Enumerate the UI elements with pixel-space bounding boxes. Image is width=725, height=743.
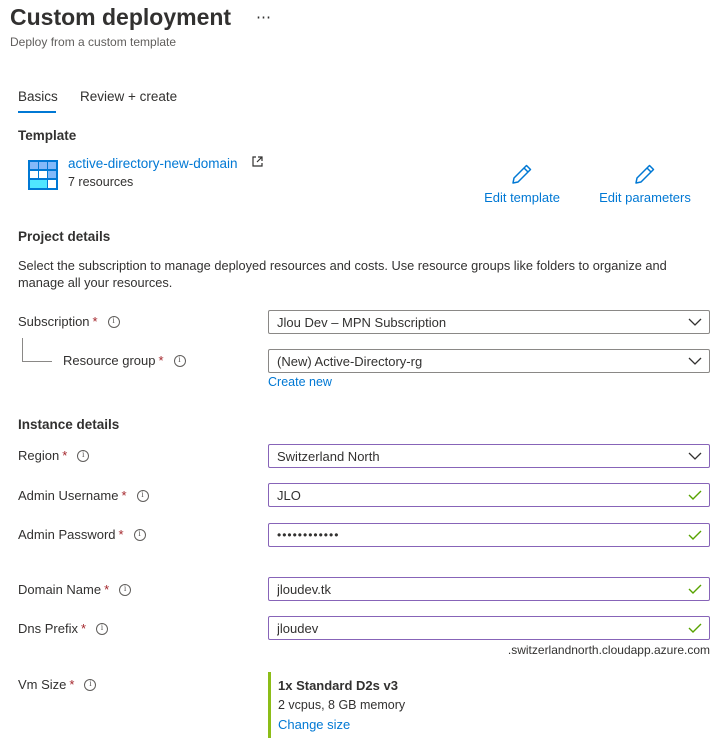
- edit-parameters-button[interactable]: Edit parameters: [596, 162, 694, 205]
- required-marker: *: [121, 488, 127, 503]
- template-icon: [28, 160, 58, 190]
- dns-suffix-text: .switzerlandnorth.cloudapp.azure.com: [507, 643, 710, 657]
- tab-selected-indicator: [18, 111, 56, 113]
- required-marker: *: [158, 353, 164, 368]
- admin-username-label: Admin Username *: [18, 488, 149, 503]
- subscription-label: Subscription *: [18, 314, 120, 329]
- page-title: Custom deployment: [10, 4, 232, 30]
- checkmark-icon: [684, 524, 706, 546]
- dns-prefix-input[interactable]: jloudev: [268, 616, 710, 640]
- project-details-heading: Project details: [18, 229, 111, 244]
- tab-basics[interactable]: Basics: [18, 89, 58, 104]
- domain-name-input[interactable]: jloudev.tk: [268, 577, 710, 601]
- tab-review-create[interactable]: Review + create: [80, 89, 177, 104]
- chevron-down-icon: [684, 311, 706, 333]
- info-icon[interactable]: [136, 489, 149, 502]
- region-value: Switzerland North: [277, 448, 380, 464]
- required-marker: *: [62, 448, 68, 463]
- dns-prefix-label-text: Dns Prefix: [18, 621, 78, 636]
- tree-connector: [22, 338, 23, 362]
- external-link-icon[interactable]: [252, 156, 263, 167]
- edit-template-button[interactable]: Edit template: [478, 162, 566, 205]
- region-dropdown[interactable]: Switzerland North: [268, 444, 710, 468]
- tree-connector: [22, 361, 52, 362]
- more-options-button[interactable]: ⋯: [256, 8, 271, 26]
- resource-group-label-text: Resource group: [63, 353, 156, 368]
- admin-password-label-text: Admin Password: [18, 527, 116, 542]
- change-size-link[interactable]: Change size: [278, 717, 468, 732]
- vm-size-label: Vm Size *: [18, 677, 97, 692]
- admin-password-value: ••••••••••••: [277, 528, 340, 542]
- checkmark-icon: [684, 484, 706, 506]
- dns-prefix-value: jloudev: [277, 620, 319, 636]
- required-marker: *: [104, 582, 110, 597]
- admin-username-input[interactable]: JLO: [268, 483, 710, 507]
- vm-size-card: 1x Standard D2s v3 2 vcpus, 8 GB memory …: [268, 672, 468, 738]
- subscription-label-text: Subscription: [18, 314, 90, 329]
- create-new-link[interactable]: Create new: [268, 375, 332, 389]
- admin-username-value: JLO: [277, 487, 301, 503]
- region-label: Region *: [18, 448, 90, 463]
- required-marker: *: [118, 527, 124, 542]
- checkmark-icon: [684, 578, 706, 600]
- required-marker: *: [92, 314, 98, 329]
- domain-name-label-text: Domain Name: [18, 582, 102, 597]
- template-heading: Template: [18, 128, 77, 143]
- vm-size-spec: 2 vcpus, 8 GB memory: [278, 698, 406, 712]
- info-icon[interactable]: [96, 622, 109, 635]
- info-icon[interactable]: [173, 354, 186, 367]
- admin-password-input[interactable]: ••••••••••••: [268, 523, 710, 547]
- project-details-description: Select the subscription to manage deploy…: [18, 258, 667, 290]
- required-marker: *: [80, 621, 87, 636]
- resource-group-value: (New) Active-Directory-rg: [277, 353, 423, 369]
- chevron-down-icon: [684, 445, 706, 467]
- checkmark-icon: [684, 617, 706, 639]
- template-name-link[interactable]: active-directory-new-domain: [68, 156, 238, 171]
- resource-group-label: Resource group *: [63, 353, 186, 368]
- edit-template-label: Edit template: [484, 190, 560, 205]
- admin-username-label-text: Admin Username: [18, 488, 119, 503]
- admin-password-label: Admin Password *: [18, 527, 146, 542]
- dns-prefix-label: Dns Prefix *: [18, 621, 109, 636]
- instance-details-heading: Instance details: [18, 417, 120, 432]
- chevron-down-icon: [684, 350, 706, 372]
- domain-name-label: Domain Name *: [18, 582, 132, 597]
- page-subtitle: Deploy from a custom template: [10, 35, 177, 49]
- template-resource-count: 7 resources: [68, 175, 134, 189]
- resource-group-dropdown[interactable]: (New) Active-Directory-rg: [268, 349, 710, 373]
- info-icon[interactable]: [107, 315, 120, 328]
- subscription-value: Jlou Dev – MPN Subscription: [277, 314, 447, 330]
- vm-size-label-text: Vm Size: [18, 677, 67, 692]
- info-icon[interactable]: [84, 678, 97, 691]
- info-icon[interactable]: [133, 528, 146, 541]
- info-icon[interactable]: [119, 583, 132, 596]
- subscription-dropdown[interactable]: Jlou Dev – MPN Subscription: [268, 310, 710, 334]
- info-icon[interactable]: [77, 449, 90, 462]
- vm-size-name: 1x Standard D2s v3: [278, 678, 398, 693]
- required-marker: *: [69, 677, 75, 692]
- region-label-text: Region: [18, 448, 60, 463]
- pencil-icon: [512, 164, 532, 184]
- domain-name-value: jloudev.tk: [277, 581, 331, 597]
- edit-parameters-label: Edit parameters: [599, 190, 691, 205]
- pencil-icon: [635, 164, 655, 184]
